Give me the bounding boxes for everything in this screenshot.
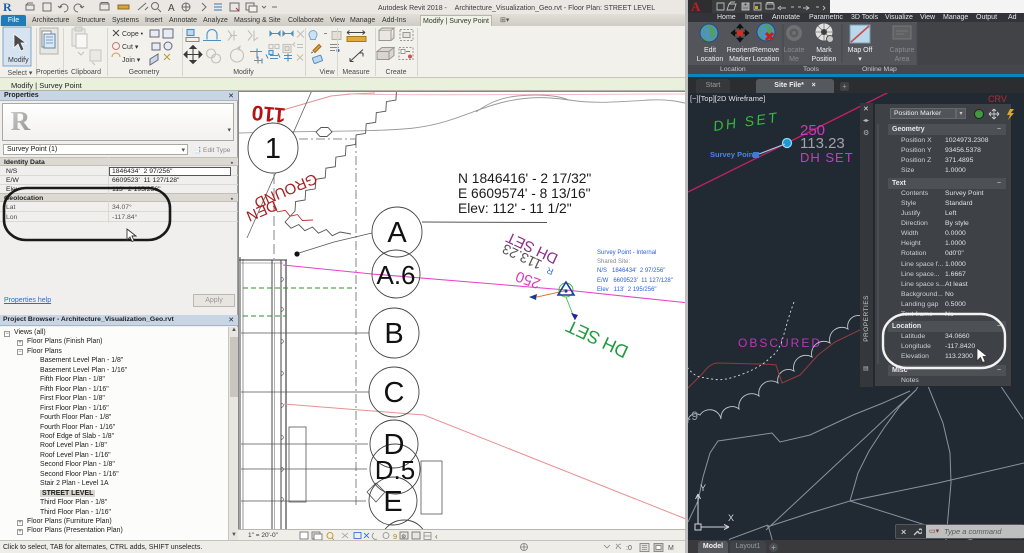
svg-text:X: X: [728, 513, 734, 523]
svg-text:E 6609574' - 8 13/16": E 6609574' - 8 13/16": [458, 186, 591, 201]
svg-text:A.6: A.6: [376, 260, 415, 290]
svg-text:Survey Point: Survey Point: [710, 150, 756, 159]
svg-text:[−][Top][2D Wireframe]: [−][Top][2D Wireframe]: [690, 94, 765, 103]
svg-text:Cut ▾: Cut ▾: [122, 44, 139, 51]
svg-text:Locate: Locate: [783, 47, 804, 54]
svg-text:Location: Location: [697, 56, 724, 63]
svg-text:Mark: Mark: [816, 47, 832, 54]
svg-text:B: B: [384, 318, 403, 350]
svg-text::0: :0: [626, 545, 632, 552]
svg-text:Location: Location: [753, 56, 780, 63]
svg-text:Shared Site:: Shared Site:: [597, 259, 630, 265]
svg-text:A: A: [387, 217, 407, 249]
svg-text:▾: ▾: [858, 56, 862, 63]
svg-text:N/S 1846434' 2 97/256": N/S 1846434' 2 97/256": [597, 268, 665, 274]
svg-text:Elev 113' 2 195/256": Elev 113' 2 195/256": [597, 287, 657, 293]
svg-text:Modify: Modify: [8, 57, 29, 64]
svg-text:Capture: Capture: [890, 47, 915, 54]
svg-text:M: M: [668, 545, 676, 552]
svg-text:Area: Area: [895, 56, 910, 63]
svg-text:DH SET: DH SET: [800, 150, 854, 165]
svg-text:A: A: [168, 3, 175, 14]
svg-text:OBSCURED: OBSCURED: [738, 336, 822, 350]
svg-text:Reorient: Reorient: [727, 47, 754, 54]
svg-text:Remove: Remove: [753, 47, 779, 54]
svg-text:Elev: 112' - 11 1/2": Elev: 112' - 11 1/2": [458, 201, 572, 216]
svg-text:Map Off: Map Off: [848, 47, 873, 54]
svg-text:A: A: [691, 0, 701, 13]
svg-text:Autodesk Revit 2018 - Archi: Autodesk Revit 2018 - Architecture_Visua…: [378, 5, 655, 12]
svg-text:Join ▾: Join ▾: [122, 57, 141, 64]
svg-text:R: R: [11, 106, 31, 134]
svg-text:Y: Y: [700, 483, 706, 493]
svg-text:DH SET: DH SET: [712, 109, 780, 134]
svg-text:Cope •: Cope •: [122, 31, 144, 38]
svg-text:DH SET: DH SET: [563, 316, 631, 362]
svg-text:.9: .9: [688, 409, 698, 423]
svg-text:Edit: Edit: [704, 47, 716, 54]
svg-text:Me: Me: [789, 56, 799, 63]
svg-text:C: C: [384, 377, 405, 409]
svg-text:1: 1: [265, 133, 281, 165]
svg-text:Position: Position: [812, 56, 837, 63]
svg-text:E: E: [383, 486, 402, 518]
svg-text:N 1846416' - 2 17/32": N 1846416' - 2 17/32": [458, 171, 591, 186]
svg-text:E/W 6609523' 11 127/128": E/W 6609523' 11 127/128": [597, 278, 673, 284]
svg-text:Marker: Marker: [729, 56, 751, 63]
svg-text:D.5: D.5: [375, 455, 415, 485]
svg-text:R: R: [3, 0, 12, 14]
svg-text:110: 110: [251, 101, 287, 127]
svg-text:Survey Point - Internal: Survey Point - Internal: [597, 250, 656, 256]
